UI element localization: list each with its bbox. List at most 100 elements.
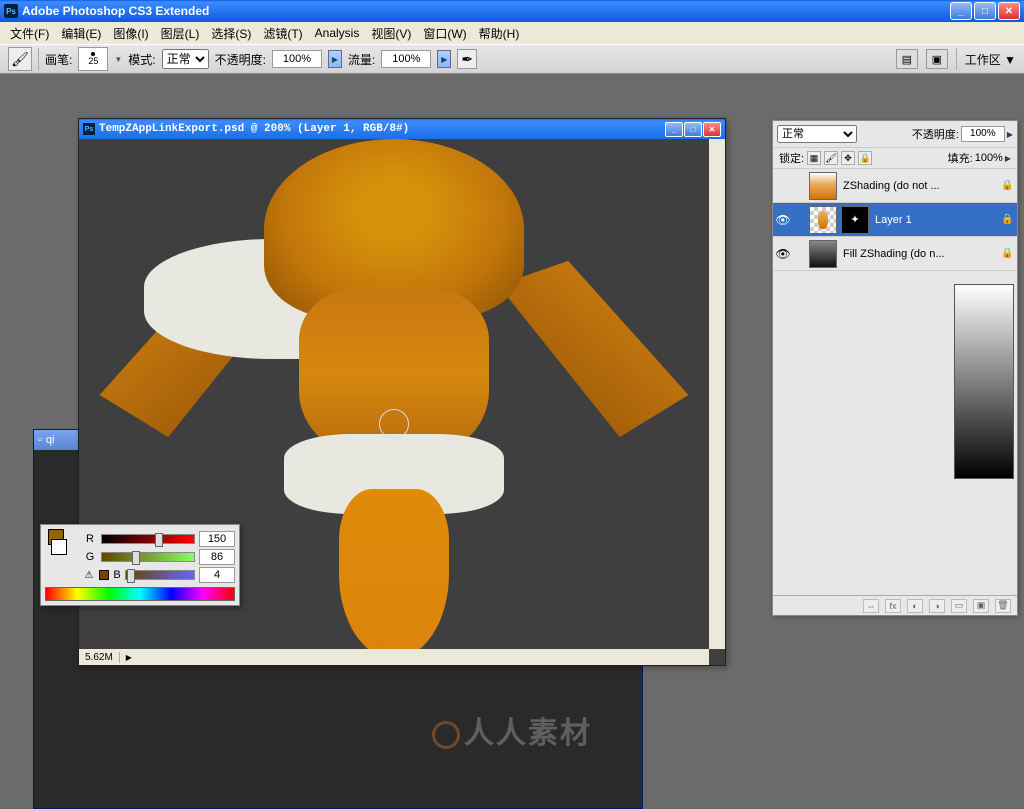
doc-close-button[interactable]: ✕ (703, 122, 721, 137)
r-slider[interactable] (101, 534, 195, 544)
b-slider[interactable] (125, 570, 195, 580)
menu-filter[interactable]: 滤镜(T) (257, 23, 308, 44)
opacity-label: 不透明度: (215, 51, 266, 68)
minimize-button[interactable]: _ (950, 2, 972, 20)
layer-row[interactable]: 👁 ✦ Layer 1 🔒 (773, 203, 1017, 237)
workspace: ▫ qi 人人素材 Ps TempZAppLinkExport.psd @ 20… (0, 74, 1024, 768)
brush-size-value: 25 (88, 56, 98, 66)
flow-label: 流量: (348, 51, 375, 68)
b-value[interactable]: 4 (199, 567, 235, 583)
layer-row[interactable]: 👁 Fill ZShading (do n... 🔒 (773, 237, 1017, 271)
menu-window[interactable]: 窗口(W) (417, 23, 472, 44)
brush-tool-icon[interactable]: 🖌 (8, 47, 32, 71)
b-label: B (113, 569, 121, 581)
link-layers-icon[interactable]: ⇔ (863, 599, 879, 613)
app-title-bar: Ps Adobe Photoshop CS3 Extended _ □ ✕ (0, 0, 1024, 22)
g-value[interactable]: 86 (199, 549, 235, 565)
lock-all-icon[interactable]: 🔒 (858, 151, 872, 165)
opacity-field[interactable]: 100% (272, 50, 322, 68)
watermark: 人人素材 (432, 708, 592, 752)
new-layer-icon[interactable]: ▣ (973, 599, 989, 613)
layer-group-icon[interactable]: ▭ (951, 599, 967, 613)
r-label: R (83, 533, 97, 545)
menu-view[interactable]: 视图(V) (365, 23, 417, 44)
image-content (496, 251, 691, 446)
g-slider[interactable] (101, 552, 195, 562)
layer-opacity-label: 不透明度: (912, 126, 959, 142)
image-content (339, 489, 449, 649)
visibility-toggle[interactable]: 👁 (773, 213, 793, 227)
layer-mask-thumbnail[interactable]: ✦ (841, 206, 869, 234)
flow-field[interactable]: 100% (381, 50, 431, 68)
layer-name[interactable]: Fill ZShading (do n... (839, 248, 1001, 260)
layer-name[interactable]: Layer 1 (871, 214, 1001, 226)
close-button[interactable]: ✕ (998, 2, 1020, 20)
horizontal-scrollbar[interactable]: 5.62M ▶ (79, 649, 709, 665)
lock-icon: 🔒 (1001, 248, 1017, 259)
menu-image[interactable]: 图像(I) (107, 23, 154, 44)
menu-bar: 文件(F) 编辑(E) 图像(I) 图层(L) 选择(S) 滤镜(T) Anal… (0, 22, 1024, 44)
fill-label: 填充: (948, 150, 973, 166)
layer-thumbnail[interactable] (809, 172, 837, 200)
layer-row[interactable]: ZShading (do not ... 🔒 (773, 169, 1017, 203)
layer-blend-mode-select[interactable]: 正常 (777, 125, 857, 143)
gamut-swatch[interactable] (99, 570, 109, 580)
gamut-warning-icon[interactable]: ⚠ (83, 569, 95, 581)
menu-help[interactable]: 帮助(H) (473, 23, 526, 44)
lock-transparency-icon[interactable]: ▦ (807, 151, 821, 165)
navigator-panel[interactable] (954, 284, 1014, 479)
delete-layer-icon[interactable]: 🗑 (995, 599, 1011, 613)
menu-edit[interactable]: 编辑(E) (55, 23, 107, 44)
vertical-scrollbar[interactable] (709, 139, 725, 649)
brush-cursor (379, 409, 409, 439)
options-bar: 🖌 画笔: 25 ▼ 模式: 正常 不透明度: 100% ▶ 流量: 100% … (0, 44, 1024, 74)
layer-thumbnail[interactable] (809, 240, 837, 268)
opacity-arrow[interactable]: ▶ (328, 50, 342, 68)
lock-icon: 🔒 (1001, 214, 1017, 225)
brush-preset-picker[interactable]: 25 (78, 47, 108, 71)
lock-pixels-icon[interactable]: 🖌 (824, 151, 838, 165)
fill-field[interactable]: 100% (975, 152, 1003, 164)
lock-icon: 🔒 (1001, 180, 1017, 191)
menu-analysis[interactable]: Analysis (309, 24, 366, 42)
layer-thumbnail[interactable] (809, 206, 837, 234)
layers-panel-footer: ⇔ fx ◐ ◑ ▭ ▣ 🗑 (773, 595, 1017, 615)
bg-doc-title: qi (46, 434, 55, 446)
doc-title: TempZAppLinkExport.psd @ 200% (Layer 1, … (99, 123, 665, 135)
doc-maximize-button[interactable]: □ (684, 122, 702, 137)
doc-ps-icon: Ps (83, 123, 95, 135)
file-browser-icon[interactable]: ▤ (896, 49, 918, 69)
photoshop-icon: Ps (4, 4, 18, 18)
divider (956, 48, 957, 70)
layer-list: ZShading (do not ... 🔒 👁 ✦ Layer 1 🔒 👁 F… (773, 169, 1017, 279)
lock-label: 锁定: (779, 150, 804, 166)
layer-style-icon[interactable]: fx (885, 599, 901, 613)
divider (38, 48, 39, 70)
workspace-label[interactable]: 工作区 ▼ (965, 51, 1016, 68)
airbrush-icon[interactable]: ✒ (457, 49, 477, 69)
r-value[interactable]: 150 (199, 531, 235, 547)
flow-arrow[interactable]: ▶ (437, 50, 451, 68)
layer-name[interactable]: ZShading (do not ... (839, 180, 1001, 192)
color-spectrum[interactable] (45, 587, 235, 601)
blend-mode-select[interactable]: 正常 (162, 49, 209, 69)
color-panel[interactable]: R 150 G 86 ⚠ B 4 (40, 524, 240, 606)
menu-layer[interactable]: 图层(L) (155, 23, 206, 44)
g-label: G (83, 551, 97, 563)
bridge-icon[interactable]: ▣ (926, 49, 948, 69)
doc-minimize-button[interactable]: _ (665, 122, 683, 137)
lock-position-icon[interactable]: ✥ (841, 151, 855, 165)
background-swatch[interactable] (51, 539, 67, 555)
brush-label: 画笔: (45, 51, 72, 68)
maximize-button[interactable]: □ (974, 2, 996, 20)
layer-opacity-field[interactable]: 100% (961, 126, 1005, 142)
menu-file[interactable]: 文件(F) (4, 23, 55, 44)
app-title: Adobe Photoshop CS3 Extended (22, 4, 950, 18)
menu-select[interactable]: 选择(S) (205, 23, 257, 44)
doc-status: 5.62M (79, 652, 120, 663)
mode-label: 模式: (128, 51, 155, 68)
layer-mask-icon[interactable]: ◐ (907, 599, 923, 613)
visibility-toggle[interactable]: 👁 (773, 247, 793, 261)
adjustment-layer-icon[interactable]: ◑ (929, 599, 945, 613)
doc-title-bar[interactable]: Ps TempZAppLinkExport.psd @ 200% (Layer … (79, 119, 725, 139)
